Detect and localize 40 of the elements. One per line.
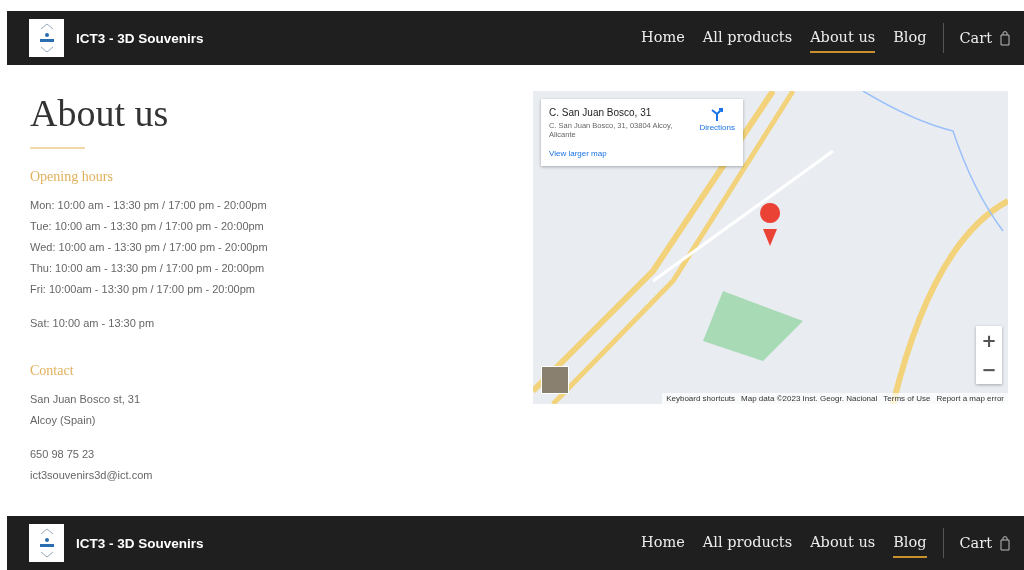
info-text: Thu: 10:00 am - 13:30 pm / 17:00 pm - 20:00pm [30,261,266,276]
place-name: C. San Juan Bosco, 31 [549,107,653,118]
info-text: 650 98 75 23 [30,447,96,462]
directions-button[interactable]: Directions [699,107,735,158]
nav-link[interactable]: Home [641,23,685,53]
satellite-thumbnail[interactable] [541,366,569,394]
logo[interactable] [29,19,64,57]
zoom-in-button[interactable]: + [976,326,1002,355]
info-text: Fri: 10:00am - 13:30 pm / 17:00 pm - 20:00pm [30,282,256,297]
shopping-bag-icon [1000,535,1010,551]
map-footer-link[interactable]: Keyboard shortcuts [666,394,736,403]
info-text: San Juan Bosco st, 31 [30,392,142,407]
section-heading: Contact [30,363,75,379]
nav-link[interactable]: About us [810,528,876,558]
page-title: About us [30,91,170,135]
cart-link[interactable]: Cart [959,30,1010,46]
nav-link[interactable]: Blog [893,23,927,53]
info-text: Mon: 10:00 am - 13:30 pm / 17:00 pm - 20:00pm [30,198,268,213]
nav-link[interactable]: Blog [893,528,927,558]
site-name[interactable]: ICT3 - 3D Souvenirs [76,30,204,46]
nav-link[interactable]: Home [641,528,685,558]
nav-link[interactable]: About us [810,23,876,53]
info-text: Wed: 10:00 am - 13:30 pm / 17:00 pm - 20:00pm [30,240,268,255]
nav-link[interactable]: All products [702,528,793,558]
site-name[interactable]: ICT3 - 3D Souvenirs [76,535,204,551]
info-text: ict3souvenirs3d@ict.com [30,468,154,483]
map-footer-link[interactable]: Map data ©2023 Inst. Geogr. Nacional [741,394,878,403]
map-footer-link[interactable]: Report a map error [936,394,1004,403]
nav-link[interactable]: All products [702,23,793,53]
info-text: Sat: 10:00 am - 13:30 pm [30,316,156,331]
cart-link[interactable]: Cart [959,535,1010,551]
section-heading: Opening hours [30,169,114,185]
view-larger-map-link[interactable]: View larger map [549,149,694,158]
shopping-bag-icon [1000,30,1010,46]
directions-icon [710,107,725,121]
info-text: Alcoy (Spain) [30,413,97,428]
info-text: Tue: 10:00 am - 13:30 pm / 17:00 pm - 20:00pm [30,219,265,234]
logo[interactable] [29,524,64,562]
map-footer-link[interactable]: Terms of Use [883,394,931,403]
zoom-out-button[interactable]: − [976,355,1002,384]
